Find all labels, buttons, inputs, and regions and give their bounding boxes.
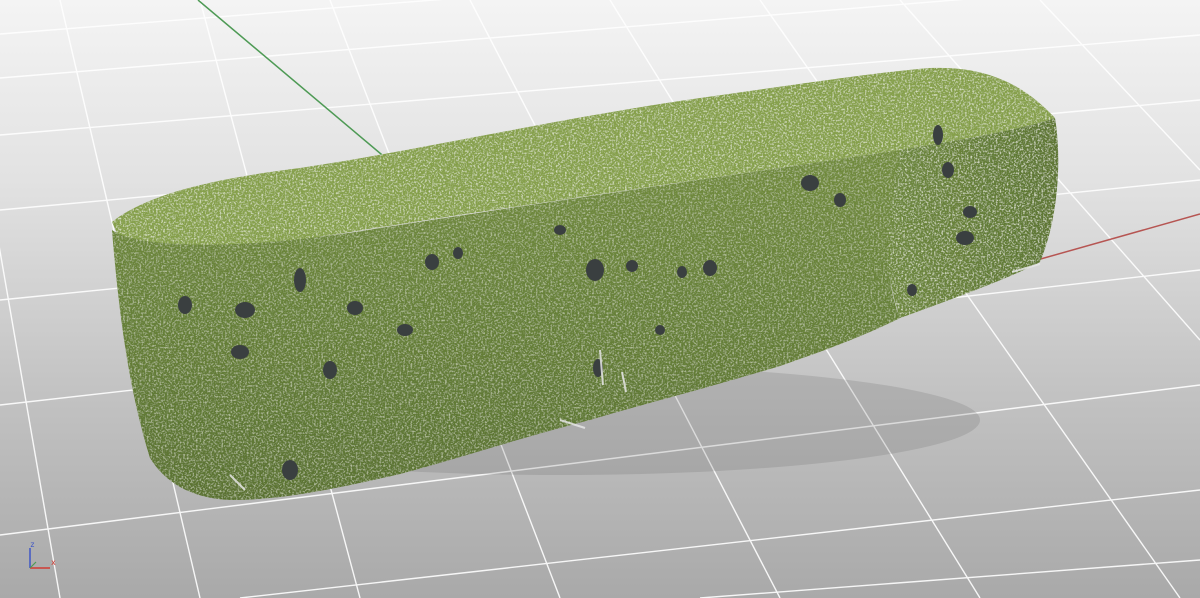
axis-gizmo: z x: [20, 540, 60, 574]
x-axis-line: [1029, 213, 1200, 263]
z-axis-label: z: [30, 540, 35, 549]
x-axis-label: x: [51, 558, 56, 567]
3d-viewport[interactable]: z x: [0, 0, 1200, 598]
scene-canvas[interactable]: [0, 0, 1200, 598]
axis-gizmo-lines: [29, 548, 50, 569]
y-axis-line: [197, 0, 401, 171]
